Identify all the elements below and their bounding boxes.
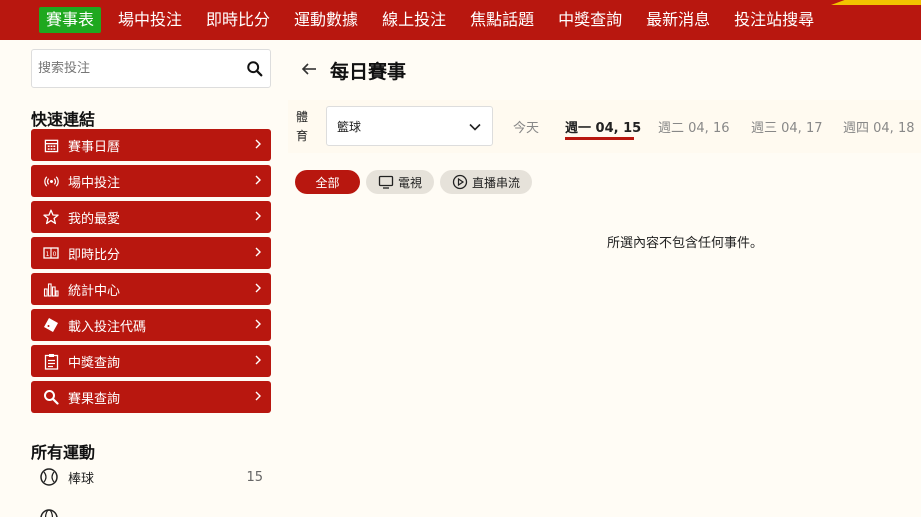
search-box	[31, 49, 271, 88]
clipboard-icon	[42, 352, 60, 370]
quick-link-favorites[interactable]: 我的最愛	[31, 201, 271, 233]
chevron-down-icon	[469, 123, 481, 131]
broadcast-icon	[42, 172, 60, 190]
back-arrow-icon[interactable]	[300, 60, 318, 78]
quick-link-load-bet-code[interactable]: 載入投注代碼	[31, 309, 271, 341]
nav-item-schedule[interactable]: 賽事表	[39, 7, 102, 33]
baseball-icon	[40, 468, 58, 486]
chevron-right-icon	[255, 247, 261, 257]
sport-event-count: 15	[246, 469, 263, 485]
quick-link-label: 中獎查詢	[68, 355, 121, 371]
search-icon[interactable]	[246, 60, 264, 78]
quick-link-label: 賽果查詢	[68, 391, 121, 407]
ticket-icon	[42, 316, 60, 334]
chip-label: 全部	[315, 175, 340, 190]
date-tab-today[interactable]: 今天	[513, 117, 539, 136]
chevron-right-icon	[255, 175, 261, 185]
date-tab-wed[interactable]: 週三 04, 17	[751, 117, 822, 136]
tv-icon	[378, 175, 394, 189]
quick-links-title: 快速連結	[31, 110, 96, 129]
quick-link-label: 賽事日曆	[68, 139, 121, 155]
chevron-right-icon	[255, 319, 261, 329]
sport-filter-label: 體育	[296, 110, 309, 143]
quick-link-prize-check[interactable]: 中獎查詢	[31, 345, 271, 377]
quick-link-label: 即時比分	[68, 247, 121, 263]
search-icon	[42, 388, 60, 406]
sport-item-baseball[interactable]: 棒球 15	[39, 466, 263, 488]
sport-select-value: 籃球	[337, 119, 362, 134]
chevron-right-icon	[255, 391, 261, 401]
sport-select[interactable]: 籃球	[326, 106, 493, 146]
quick-link-live-betting[interactable]: 場中投注	[31, 165, 271, 197]
nav-item-prize-check[interactable]: 中獎查詢	[558, 7, 622, 33]
active-date-indicator	[565, 137, 634, 140]
quick-link-live-scores[interactable]: 10 即時比分	[31, 237, 271, 269]
chevron-right-icon	[255, 355, 261, 365]
filter-chip-live-stream[interactable]: 直播串流	[440, 170, 532, 194]
quick-link-calendar[interactable]: 賽事日曆	[31, 129, 271, 161]
quick-link-label: 統計中心	[68, 283, 121, 299]
quick-link-label: 載入投注代碼	[68, 319, 147, 335]
globe-icon	[40, 509, 58, 517]
chip-label: 直播串流	[471, 175, 520, 190]
quick-link-stats-center[interactable]: 統計中心	[31, 273, 271, 305]
chevron-right-icon	[255, 139, 261, 149]
scoreboard-icon: 10	[42, 244, 60, 262]
date-tab-thu[interactable]: 週四 04, 18	[843, 117, 914, 136]
page-title: 每日賽事	[330, 61, 407, 83]
svg-text:1: 1	[46, 251, 50, 258]
top-navigation: 賽事表 場中投注 即時比分 運動數據 線上投注 焦點話題 中獎查詢 最新消息 投…	[0, 0, 921, 40]
quick-link-label: 場中投注	[68, 175, 121, 191]
chip-label: 電視	[397, 175, 422, 190]
calendar-icon	[42, 136, 60, 154]
nav-item-live-scores[interactable]: 即時比分	[206, 7, 270, 33]
nav-item-hot-topics[interactable]: 焦點話題	[470, 7, 534, 33]
filter-chip-all[interactable]: 全部	[295, 170, 360, 194]
chevron-right-icon	[255, 283, 261, 293]
sport-item-partial[interactable]	[39, 507, 263, 517]
nav-item-sports-data[interactable]: 運動數據	[294, 7, 358, 33]
bar-chart-icon	[42, 280, 60, 298]
play-circle-icon	[452, 174, 468, 190]
quick-link-results[interactable]: 賽果查詢	[31, 381, 271, 413]
all-sports-title: 所有運動	[31, 443, 96, 462]
chevron-right-icon	[255, 211, 261, 221]
sport-label: 棒球	[68, 471, 95, 487]
nav-item-live-betting[interactable]: 場中投注	[118, 7, 182, 33]
filter-chip-tv[interactable]: 電視	[366, 170, 434, 194]
nav-item-shop-finder[interactable]: 投注站搜尋	[734, 7, 814, 33]
date-tab-mon[interactable]: 週一 04, 15	[565, 117, 641, 136]
nav-item-online-betting[interactable]: 線上投注	[382, 7, 446, 33]
quick-links-list: 賽事日曆 場中投注 我的最愛 10 即時比分 統計中心 載入投注代碼 中獎查詢 …	[31, 129, 271, 417]
quick-link-label: 我的最愛	[68, 211, 121, 227]
nav-item-news[interactable]: 最新消息	[646, 7, 710, 33]
search-input[interactable]	[38, 61, 246, 76]
date-tab-tue[interactable]: 週二 04, 16	[658, 117, 729, 136]
star-icon	[42, 208, 60, 226]
empty-state-message: 所選內容不包含任何事件。	[607, 236, 764, 251]
svg-text:0: 0	[53, 251, 57, 258]
nav-accent-stripe	[831, 0, 921, 5]
